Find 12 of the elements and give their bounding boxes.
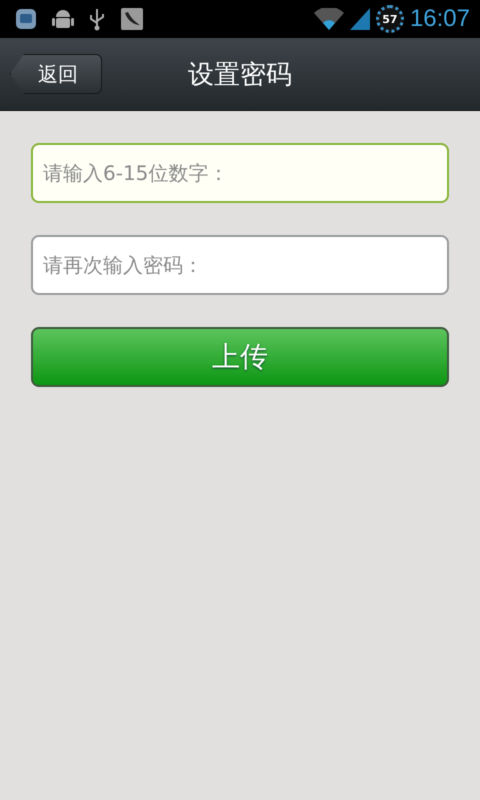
back-button[interactable]: 返回 [10,54,102,94]
status-time: 16:07 [410,5,470,33]
input-field[interactable]: 请再次输入密码： [31,235,449,295]
input-field[interactable]: 请输入6-15位数字： [31,143,449,203]
android-icon [52,7,74,31]
battery-indicator: 57 [376,5,404,33]
app-icon [14,7,38,31]
pea-pod-icon [120,7,144,31]
wifi-icon [314,8,344,30]
page-title: 设置密码 [188,58,292,92]
usb-icon [88,7,106,31]
signal-icon [350,8,370,30]
